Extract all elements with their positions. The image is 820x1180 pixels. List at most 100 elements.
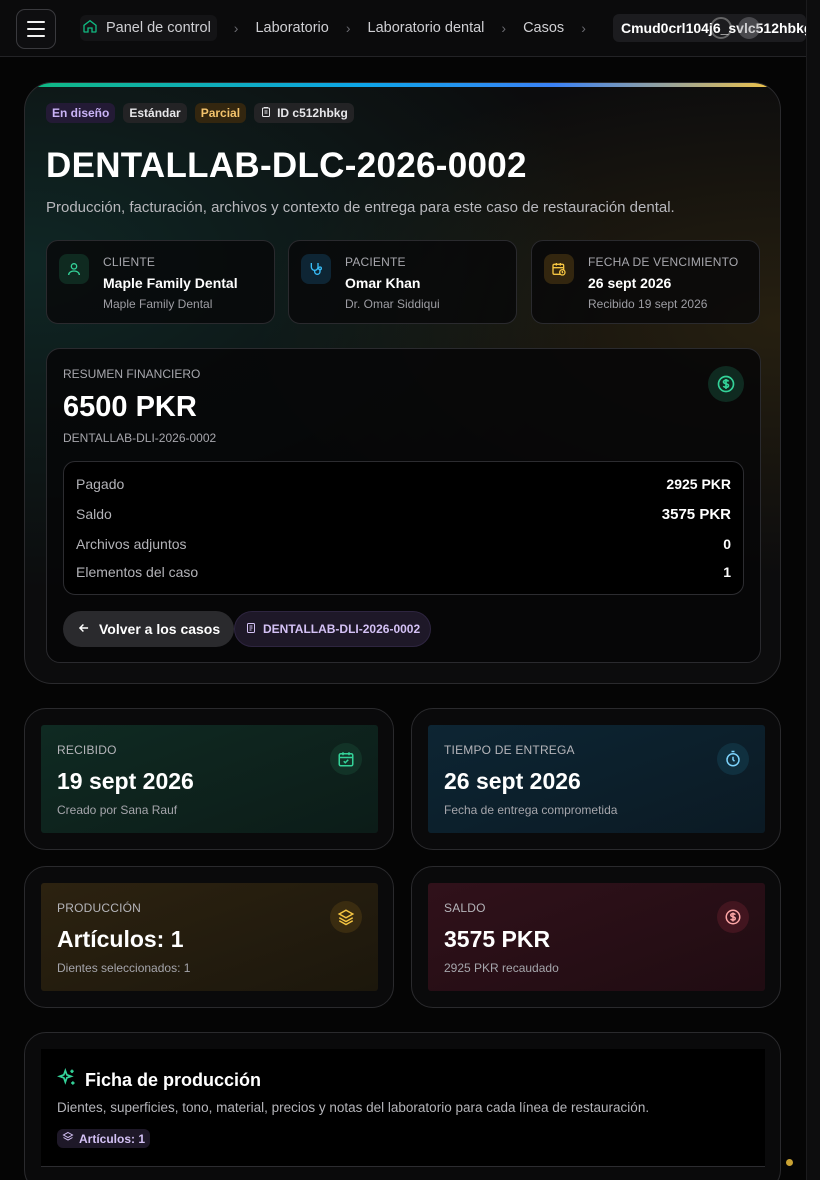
financial-row: Archivos adjuntos 0 xyxy=(76,536,731,552)
row-value: 1 xyxy=(723,564,731,580)
arrow-left-icon xyxy=(77,621,91,638)
chevron-right-icon: › xyxy=(501,20,507,36)
delivery-panel: TIEMPO DE ENTREGA 26 sept 2026 Fecha de … xyxy=(428,725,765,833)
row-value: 0 xyxy=(723,536,731,552)
financial-summary: RESUMEN FINANCIERO 6500 PKR DENTALLAB-DL… xyxy=(46,348,761,663)
delivery-card: TIEMPO DE ENTREGA 26 sept 2026 Fecha de … xyxy=(411,708,781,850)
received-panel: RECIBIDO 19 sept 2026 Creado por Sana Ra… xyxy=(41,725,378,833)
row-key: Pagado xyxy=(76,476,125,492)
received-label: RECIBIDO xyxy=(57,743,117,757)
received-value: 19 sept 2026 xyxy=(57,768,194,794)
scrollbar[interactable] xyxy=(806,0,820,1180)
breadcrumb-home[interactable]: Panel de control xyxy=(80,15,217,41)
payment-badge: Parcial xyxy=(194,103,247,123)
top-bar: Panel de control › Laboratorio › Laborat… xyxy=(0,0,806,57)
invoice-link[interactable]: DENTALLAB-DLI-2026-0002 xyxy=(234,611,432,647)
financial-total: 6500 PKR xyxy=(63,391,197,423)
breadcrumb-lab[interactable]: Laboratorio xyxy=(255,20,328,36)
production-sheet: Ficha de producción Dientes, superficies… xyxy=(24,1032,781,1180)
production-sheet-title-text: Ficha de producción xyxy=(85,1070,262,1090)
production-panel: PRODUCCIÓN Artículos: 1 Dientes seleccio… xyxy=(41,883,378,991)
client-label: CLIENTE xyxy=(103,255,156,269)
due-date: 26 sept 2026 xyxy=(588,275,672,291)
page-title: DENTALLAB-DLC-2026-0002 xyxy=(46,146,527,185)
breadcrumb-current: Cmud0crl104j6_svlc512hbkg xyxy=(613,14,806,42)
breadcrumb-dental-lab[interactable]: Laboratorio dental xyxy=(368,20,485,36)
clipboard-icon xyxy=(260,106,272,121)
production-sub: Dientes seleccionados: 1 xyxy=(57,961,191,975)
breadcrumb: Panel de control › Laboratorio › Laborat… xyxy=(80,14,603,42)
production-sheet-description: Dientes, superficies, tono, material, pr… xyxy=(57,1100,650,1115)
received-card: RECIBIDO 19 sept 2026 Creado por Sana Ra… xyxy=(24,708,394,850)
id-badge: ID c512hbkg xyxy=(254,103,354,123)
avatar[interactable] xyxy=(738,17,760,39)
balance-sub: 2925 PKR recaudado xyxy=(444,961,559,975)
calendar-clock-icon xyxy=(544,254,574,284)
row-key: Elementos del caso xyxy=(76,564,199,580)
production-sheet-title: Ficha de producción xyxy=(56,1067,262,1093)
home-icon xyxy=(82,18,98,38)
items-count-chip: Artículos: 1 xyxy=(57,1129,151,1148)
client-name: Maple Family Dental xyxy=(103,275,238,291)
status-dot xyxy=(786,1159,793,1166)
breadcrumb-cases[interactable]: Casos xyxy=(523,20,564,36)
financial-label: RESUMEN FINANCIERO xyxy=(63,367,201,381)
page-subtitle: Producción, facturación, archivos y cont… xyxy=(46,199,675,216)
financial-row: Pagado 2925 PKR xyxy=(76,476,731,492)
row-key: Archivos adjuntos xyxy=(76,536,187,552)
status-badge: En diseño xyxy=(46,103,116,123)
back-to-cases-button[interactable]: Volver a los casos xyxy=(63,611,235,647)
accent-line xyxy=(25,83,780,87)
dollar-icon xyxy=(717,901,749,933)
client-card: CLIENTE Maple Family Dental Maple Family… xyxy=(46,240,275,324)
calendar-check-icon xyxy=(330,743,362,775)
menu-button[interactable] xyxy=(16,9,56,49)
layers-icon xyxy=(62,1131,74,1146)
balance-value: 3575 PKR xyxy=(444,926,551,952)
type-badge: Estándar xyxy=(123,103,187,123)
delivery-label: TIEMPO DE ENTREGA xyxy=(444,743,575,757)
balance-panel: SALDO 3575 PKR 2925 PKR recaudado xyxy=(428,883,765,991)
dollar-icon xyxy=(708,366,744,402)
patient-doctor: Dr. Omar Siddiqui xyxy=(345,297,440,311)
row-key: Saldo xyxy=(76,506,112,522)
received-date: Recibido 19 sept 2026 xyxy=(588,297,708,311)
delivery-value: 26 sept 2026 xyxy=(444,768,581,794)
financial-row: Elementos del caso 1 xyxy=(76,564,731,580)
patient-name: Omar Khan xyxy=(345,275,421,291)
stethoscope-icon xyxy=(301,254,331,284)
received-sub: Creado por Sana Rauf xyxy=(57,803,178,817)
overlay-icons xyxy=(710,17,760,39)
row-value: 2925 PKR xyxy=(666,476,731,492)
invoice-code: DENTALLAB-DLI-2026-0002 xyxy=(63,431,217,445)
due-date-card: FECHA DE VENCIMIENTO 26 sept 2026 Recibi… xyxy=(531,240,760,324)
layers-icon xyxy=(330,901,362,933)
case-header-card: En diseño Estándar Parcial ID c512hbkg D… xyxy=(24,82,781,684)
patient-card: PACIENTE Omar Khan Dr. Omar Siddiqui xyxy=(288,240,517,324)
chevron-right-icon: › xyxy=(581,20,586,36)
due-label: FECHA DE VENCIMIENTO xyxy=(588,255,739,269)
patient-label: PACIENTE xyxy=(345,255,406,269)
user-icon xyxy=(59,254,89,284)
financial-table: Pagado 2925 PKR Saldo 3575 PKR Archivos … xyxy=(63,461,744,595)
notification-icon[interactable] xyxy=(710,17,732,39)
client-sub: Maple Family Dental xyxy=(103,297,213,311)
timer-icon xyxy=(717,743,749,775)
delivery-sub: Fecha de entrega comprometida xyxy=(444,803,618,817)
production-value: Artículos: 1 xyxy=(57,926,184,952)
row-value: 3575 PKR xyxy=(661,506,731,523)
sparkles-icon xyxy=(56,1067,77,1093)
receipt-icon xyxy=(245,622,257,637)
badge-row: En diseño Estándar Parcial ID c512hbkg xyxy=(46,103,354,123)
chevron-right-icon: › xyxy=(233,20,239,36)
balance-card: SALDO 3575 PKR 2925 PKR recaudado xyxy=(411,866,781,1008)
production-label: PRODUCCIÓN xyxy=(57,901,142,915)
id-badge-label: ID c512hbkg xyxy=(277,106,348,120)
items-count-label: Artículos: 1 xyxy=(79,1131,146,1146)
production-sheet-header: Ficha de producción Dientes, superficies… xyxy=(41,1049,765,1167)
balance-label: SALDO xyxy=(444,901,486,915)
invoice-link-label: DENTALLAB-DLI-2026-0002 xyxy=(263,622,421,636)
financial-row: Saldo 3575 PKR xyxy=(76,506,731,523)
breadcrumb-label: Panel de control xyxy=(106,20,211,36)
back-button-label: Volver a los casos xyxy=(99,621,221,637)
